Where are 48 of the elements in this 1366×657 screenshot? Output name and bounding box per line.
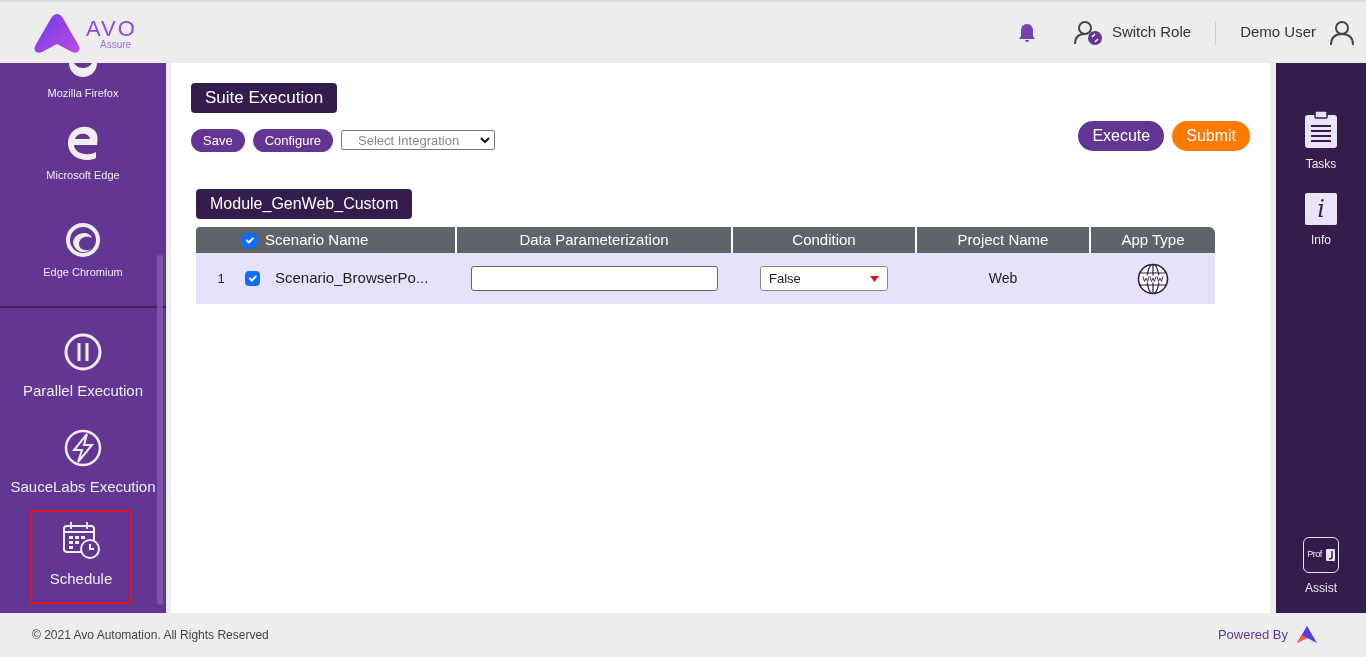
sidebar-item[interactable]: Microsoft Edge — [0, 111, 166, 208]
column-header: App Type — [1090, 227, 1215, 253]
lightning-icon — [63, 428, 103, 468]
side-panel-item[interactable]: Tasks — [1304, 111, 1338, 173]
calendar-clock-icon — [61, 520, 101, 560]
project-name: Web — [988, 270, 1018, 286]
copyright-text: © 2021 Avo Automation. All Rights Reserved — [32, 627, 269, 644]
parameter-input[interactable] — [470, 266, 718, 291]
save-button[interactable]: Save — [191, 128, 245, 152]
logo-text: AVO — [86, 17, 137, 40]
module-title: Module_GenWeb_Custom — [196, 189, 413, 219]
configure-button[interactable]: Configure — [252, 128, 333, 152]
sidebar-item[interactable]: Mozilla Firefox — [0, 63, 166, 111]
integration-select[interactable]: Select Integration — [341, 130, 495, 151]
assistant-icon: Prof — [1303, 537, 1339, 573]
switch-role-button[interactable]: Switch Role — [1073, 19, 1192, 46]
chevron-down-icon — [480, 136, 490, 145]
condition-select[interactable]: False — [760, 266, 888, 291]
column-header: Data Parameterization — [456, 227, 732, 253]
row-number: 1 — [216, 269, 226, 288]
side-panel-item[interactable]: Prof Assist — [1303, 537, 1339, 597]
execute-button[interactable]: Execute — [1078, 121, 1165, 151]
user-name[interactable]: Demo User — [1240, 21, 1316, 44]
logo-icon — [1296, 625, 1318, 645]
column-header: Condition — [732, 227, 916, 253]
info-icon: i — [1305, 193, 1337, 225]
sidebar-item[interactable]: Schedule — [32, 512, 130, 602]
firefox-icon — [66, 63, 100, 79]
checkbox[interactable] — [242, 232, 257, 248]
logo-icon — [32, 11, 82, 54]
powered-by-text: Powered By — [1217, 626, 1288, 645]
chromium-icon — [65, 222, 101, 258]
pause-icon — [63, 332, 103, 372]
column-header: Project Name — [916, 227, 1090, 253]
checkbox[interactable] — [245, 271, 260, 286]
clipboard-icon — [1304, 111, 1338, 149]
sidebar-item[interactable]: SauceLabs Execution — [0, 406, 166, 504]
caret-icon — [870, 275, 879, 282]
page-title: Suite Execution — [191, 83, 338, 113]
scenario-name[interactable]: Scenario_BrowserPo... — [275, 267, 429, 290]
user-switch-icon — [1073, 19, 1104, 46]
logo-subtext: Assure — [100, 39, 133, 50]
sidebar-item[interactable]: Edge Chromium — [0, 208, 166, 306]
user-icon[interactable] — [1330, 19, 1354, 46]
sidebar-item[interactable]: Parallel Execution — [0, 308, 166, 406]
column-header: Scenario Name — [265, 229, 369, 250]
side-panel-item[interactable]: i Info — [1305, 193, 1337, 249]
globe-icon — [1136, 262, 1169, 295]
